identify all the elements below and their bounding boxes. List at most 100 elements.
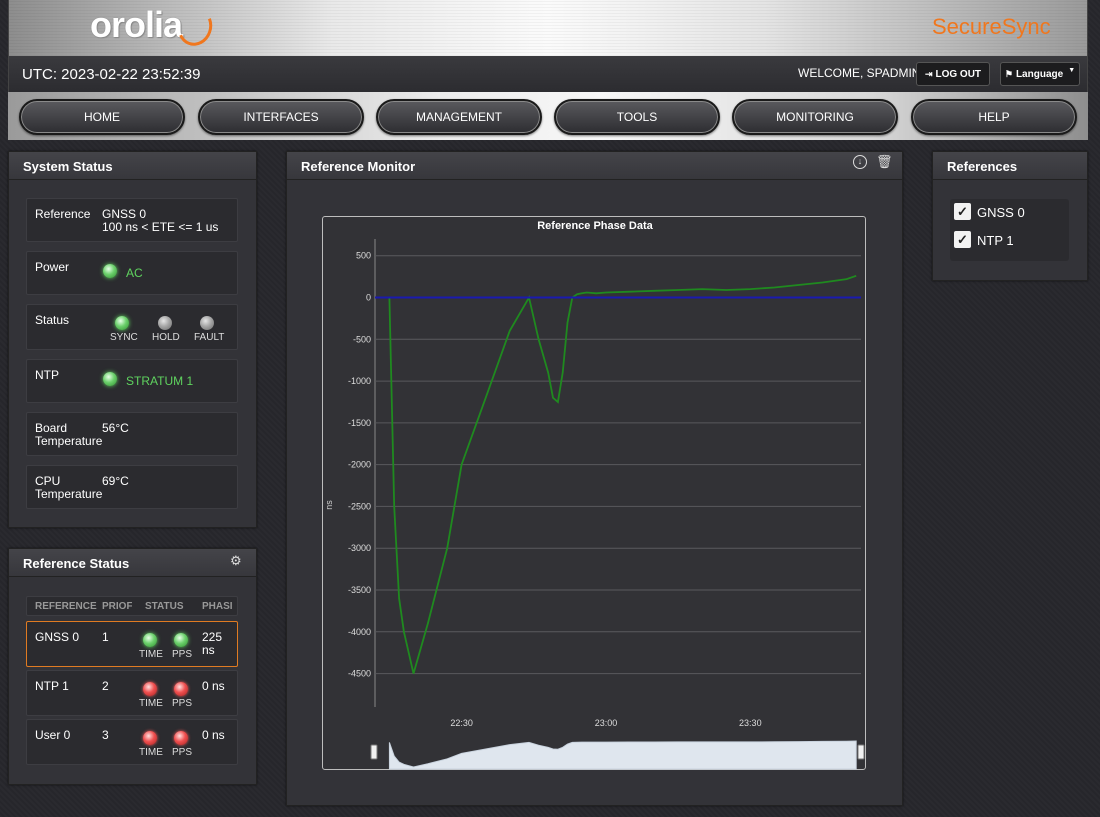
board-temp-value: 56°C [102,421,129,435]
ntp-value: STRATUM 1 [126,374,194,388]
language-label: Language [1015,68,1064,80]
trash-icon[interactable]: 🗑 [876,154,893,170]
reference-status-title: Reference Status [9,549,256,577]
ntp-label: NTP [35,368,59,382]
product-name: SecureSync [932,14,1051,39]
references-title: References [933,152,1087,180]
cpu-temp-label-line2: Temperature [35,487,103,501]
cpu-temp-label: CPU Temperature [35,475,102,501]
y-tick-label: -3000 [348,543,371,553]
ref-phase-unit: ns [202,643,215,657]
download-icon[interactable]: ↓ [853,155,867,169]
x-tick-label: 23:00 [595,718,618,728]
power-led [103,264,117,278]
reference-row: Reference GNSS 0 100 ns < ETE <= 1 us [26,198,238,242]
time-led [143,633,157,647]
gnss-0-checkbox[interactable]: ✓ [954,203,971,220]
time-led-label: TIME [139,747,163,758]
col-phase: PHASI [202,601,232,612]
ref-phase: 0 ns [202,679,225,693]
reference-label: Reference [35,207,91,221]
y-tick-label: 500 [356,251,371,261]
logout-label: LOG OUT [935,68,982,80]
fault-led [200,316,214,330]
ntp-led [103,372,117,386]
table-row[interactable]: NTP 1 2 TIME PPS 0 ns [26,670,238,716]
language-dropdown[interactable]: ⚑ Language ▼ [1000,62,1080,86]
reference-monitor-title: Reference Monitor [287,152,902,180]
pps-led [174,682,188,696]
pps-led-label: PPS [172,649,193,660]
phase-chart-svg: Reference Phase Data ns 500 0 -500 -1000 -1500… [324,220,865,770]
y-tick-label: -4500 [348,669,371,679]
y-tick-label: -4000 [348,627,371,637]
logout-button[interactable]: ⇥ LOG OUT [916,62,990,86]
nav-interfaces[interactable]: INTERFACES [198,99,364,135]
reference-table-header: REFERENCE PRIOF STATUS PHASI [26,596,238,616]
ntp-1-label: NTP 1 [977,233,1014,248]
power-label: Power [35,260,70,274]
ref-priority: 1 [102,630,109,644]
y-tick-label: -500 [353,334,371,344]
cpu-temp-row: CPU Temperature 69°C [26,465,238,509]
ntp-1-checkbox[interactable]: ✓ [954,231,971,248]
ref-phase: 225 [202,630,223,644]
system-status-title: System Status [9,152,256,180]
gnss-0-label: GNSS 0 [977,205,1025,220]
series-line-0 [388,274,857,674]
ref-name: User 0 [35,728,71,742]
cpu-temp-label-line1: CPU [35,474,61,488]
time-led-label: TIME [139,698,163,709]
navigator-handle-right [857,744,865,760]
fault-led-label: FAULT [194,332,225,343]
ref-priority: 3 [102,728,109,742]
y-tick-label: -1000 [348,376,371,386]
gear-icon[interactable]: ⚙ [230,553,242,569]
welcome-text: WELCOME, SPADMIN [798,66,921,80]
y-axis-label: ns [324,500,334,510]
power-row: Power AC [26,251,238,295]
nav-management[interactable]: MANAGEMENT [376,99,542,135]
table-row[interactable]: GNSS 0 1 TIME PPS 225 ns [26,621,238,667]
logout-icon: ⇥ [924,68,933,79]
chart-title: Reference Phase Data [537,220,653,232]
pps-led [174,731,188,745]
y-tick-label: -2000 [348,460,371,470]
y-tick-label: -3500 [348,585,371,595]
reference-detail: 100 ns < ETE <= 1 us [102,220,219,234]
board-temp-row: Board Temperature 56°C [26,412,238,456]
caret-down-icon: ▼ [1068,66,1076,74]
nav-help[interactable]: HELP [911,99,1077,135]
y-tick-label: 0 [366,293,371,303]
flag-icon: ⚑ [1004,68,1013,79]
board-temp-label-line1: Board [35,421,68,435]
time-led [143,731,157,745]
pps-led-label: PPS [172,698,193,709]
pps-led [174,633,188,647]
col-priority: PRIOF [102,601,132,612]
status-row: Status SYNC HOLD FAULT [26,304,238,350]
time-led [143,682,157,696]
ref-name: GNSS 0 [35,630,80,644]
ntp-row: NTP STRATUM 1 [26,359,238,403]
nav-home[interactable]: HOME [19,99,185,135]
ref-phase: 0 ns [202,728,225,742]
nav-monitoring[interactable]: MONITORING [732,99,898,135]
pps-led-label: PPS [172,747,193,758]
board-temp-label-line2: Temperature [35,434,103,448]
col-status: STATUS [145,601,184,612]
time-led-label: TIME [139,649,163,660]
board-temp-label: Board Temperature [35,422,102,448]
orolia-logo: orolia [90,4,183,45]
col-reference: REFERENCE [35,601,97,612]
ref-name: NTP 1 [35,679,69,693]
status-label: Status [35,313,70,327]
navigator-handle-left [370,744,378,760]
ref-priority: 2 [102,679,109,693]
table-row[interactable]: User 0 3 TIME PPS 0 ns [26,719,238,765]
sync-led-label: SYNC [110,332,138,343]
x-tick-label: 22:30 [450,718,473,728]
sync-led [115,316,129,330]
hold-led-label: HOLD [152,332,180,343]
nav-tools[interactable]: TOOLS [554,99,720,135]
